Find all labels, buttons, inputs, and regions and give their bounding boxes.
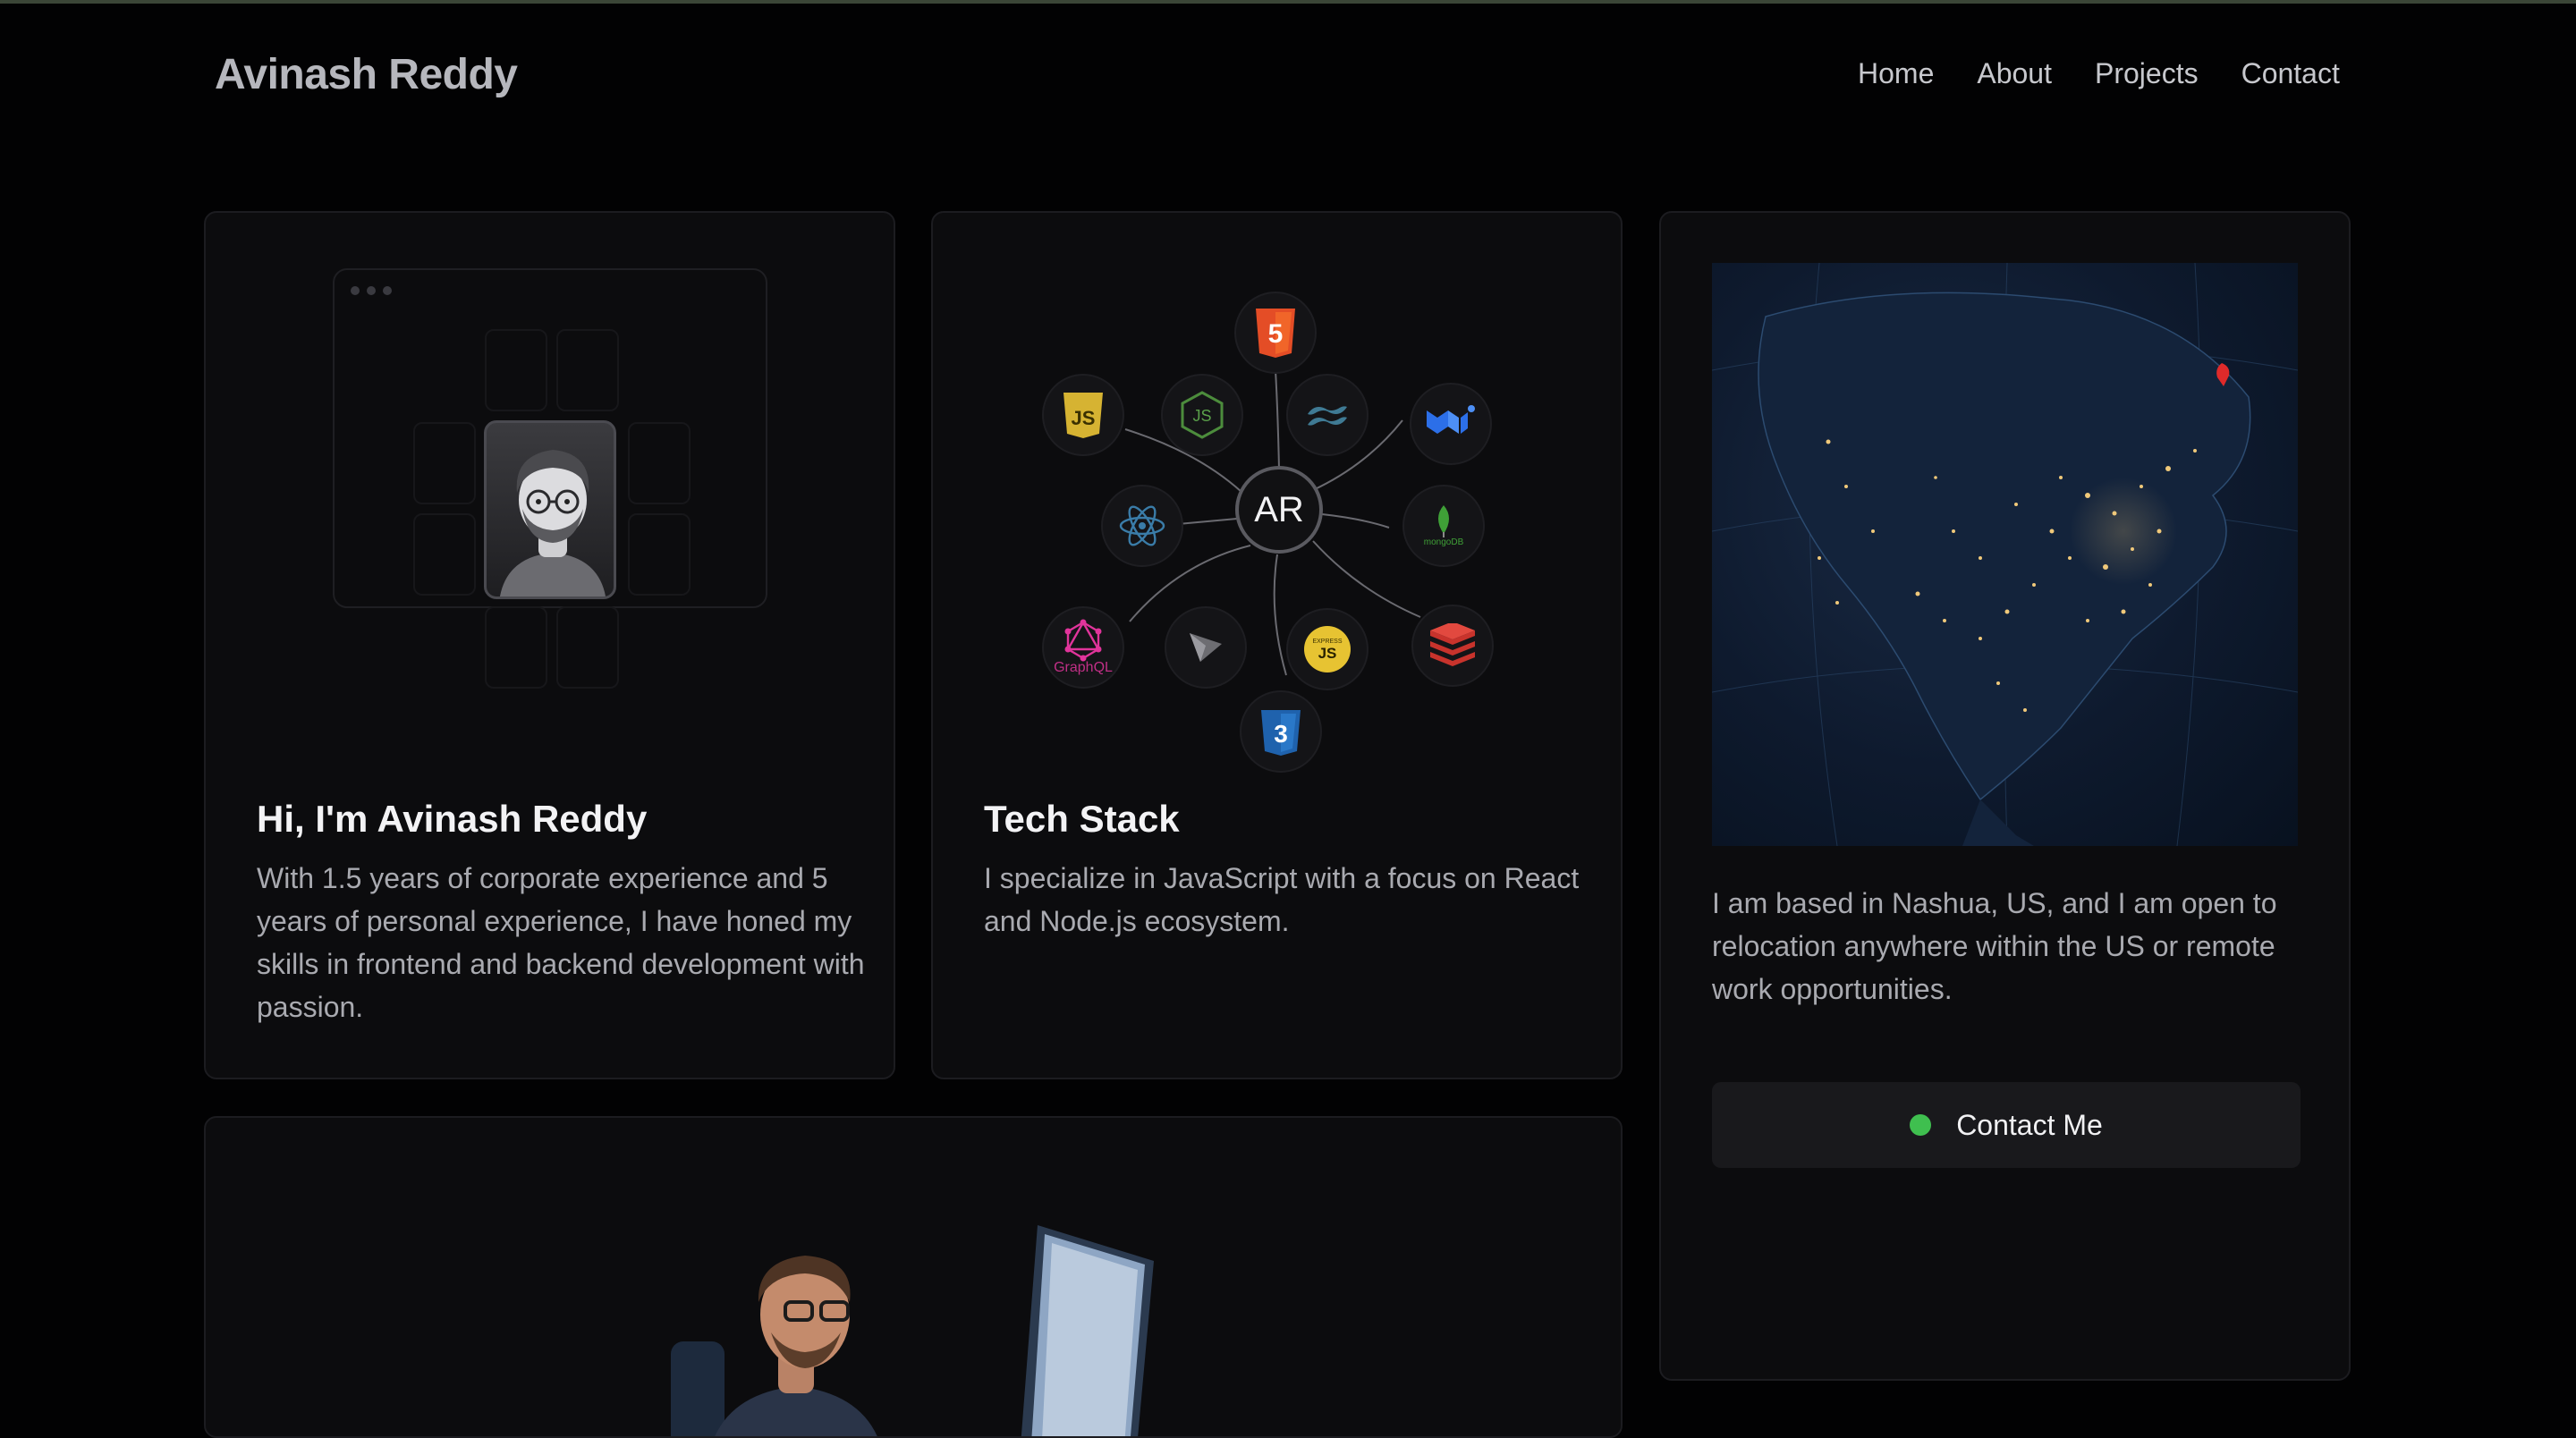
redis-icon [1411, 605, 1494, 687]
nodejs-icon: JS [1161, 374, 1243, 456]
night-map [1712, 263, 2298, 846]
svg-text:JS: JS [1072, 407, 1096, 429]
intro-title: Hi, I'm Avinash Reddy [257, 798, 648, 840]
svg-text:JS: JS [1192, 407, 1211, 425]
svg-text:JS: JS [1318, 645, 1337, 662]
nav-home[interactable]: Home [1858, 57, 1934, 90]
main-nav: Home About Projects Contact [1858, 57, 2340, 90]
vite-icon [1165, 606, 1247, 689]
window-dots-icon [351, 286, 392, 295]
tech-text: I specialize in JavaScript with a focus … [984, 862, 1580, 937]
nav-about[interactable]: About [1977, 57, 2052, 90]
grid-tile [556, 606, 619, 689]
grid-tile [485, 329, 547, 411]
grid-tile [413, 422, 476, 504]
site-logo[interactable]: Avinash Reddy [215, 50, 518, 99]
graphql-label: GraphQL [1054, 660, 1113, 675]
status-dot-icon [1910, 1114, 1932, 1136]
mui-icon [1410, 383, 1492, 465]
react-icon [1101, 485, 1183, 567]
graphql-icon: GraphQL [1042, 606, 1124, 689]
nav-contact[interactable]: Contact [2241, 57, 2340, 90]
grid-tile [628, 422, 691, 504]
express-icon: EXPRESS JS [1286, 608, 1368, 690]
tech-title: Tech Stack [984, 798, 1180, 840]
tech-stack-card: 5 JS JS AR mongoDB GraphQL EXPRESS JS 3 … [931, 211, 1623, 1079]
mongodb-label: mongoDB [1423, 537, 1464, 547]
contact-me-button[interactable]: Contact Me [1712, 1082, 2301, 1168]
top-accent-line [0, 0, 2576, 4]
developer-illustration-icon [671, 1256, 877, 1436]
mongodb-icon: mongoDB [1402, 485, 1485, 567]
workspace-card [204, 1116, 1623, 1438]
location-card: I am based in Nashua, US, and I am open … [1659, 211, 2351, 1381]
svg-text:EXPRESS: EXPRESS [1312, 639, 1342, 645]
monitor-illustration-icon [1021, 1225, 1154, 1436]
nav-projects[interactable]: Projects [2095, 57, 2199, 90]
contact-me-label: Contact Me [1956, 1108, 2103, 1141]
center-monogram: AR [1235, 466, 1323, 554]
html5-icon: 5 [1234, 292, 1317, 374]
grid-tile [628, 513, 691, 596]
tailwind-icon [1286, 374, 1368, 456]
intro-text: With 1.5 years of corporate experience a… [257, 862, 865, 1023]
memoji-avatar-icon [500, 450, 606, 596]
avatar [484, 420, 616, 599]
javascript-icon: JS [1042, 374, 1124, 456]
grid-tile [413, 513, 476, 596]
svg-text:5: 5 [1268, 319, 1284, 349]
grid-tile [556, 329, 619, 411]
css3-icon: 3 [1240, 690, 1322, 773]
grid-tile [485, 606, 547, 689]
svg-text:3: 3 [1274, 720, 1288, 748]
tech-orbit: 5 JS JS AR mongoDB GraphQL EXPRESS JS 3 [1027, 259, 1528, 773]
intro-card: Hi, I'm Avinash Reddy With 1.5 years of … [204, 211, 895, 1079]
location-text: I am based in Nashua, US, and I am open … [1712, 887, 2277, 1005]
north-america-map-icon [1712, 263, 2298, 846]
